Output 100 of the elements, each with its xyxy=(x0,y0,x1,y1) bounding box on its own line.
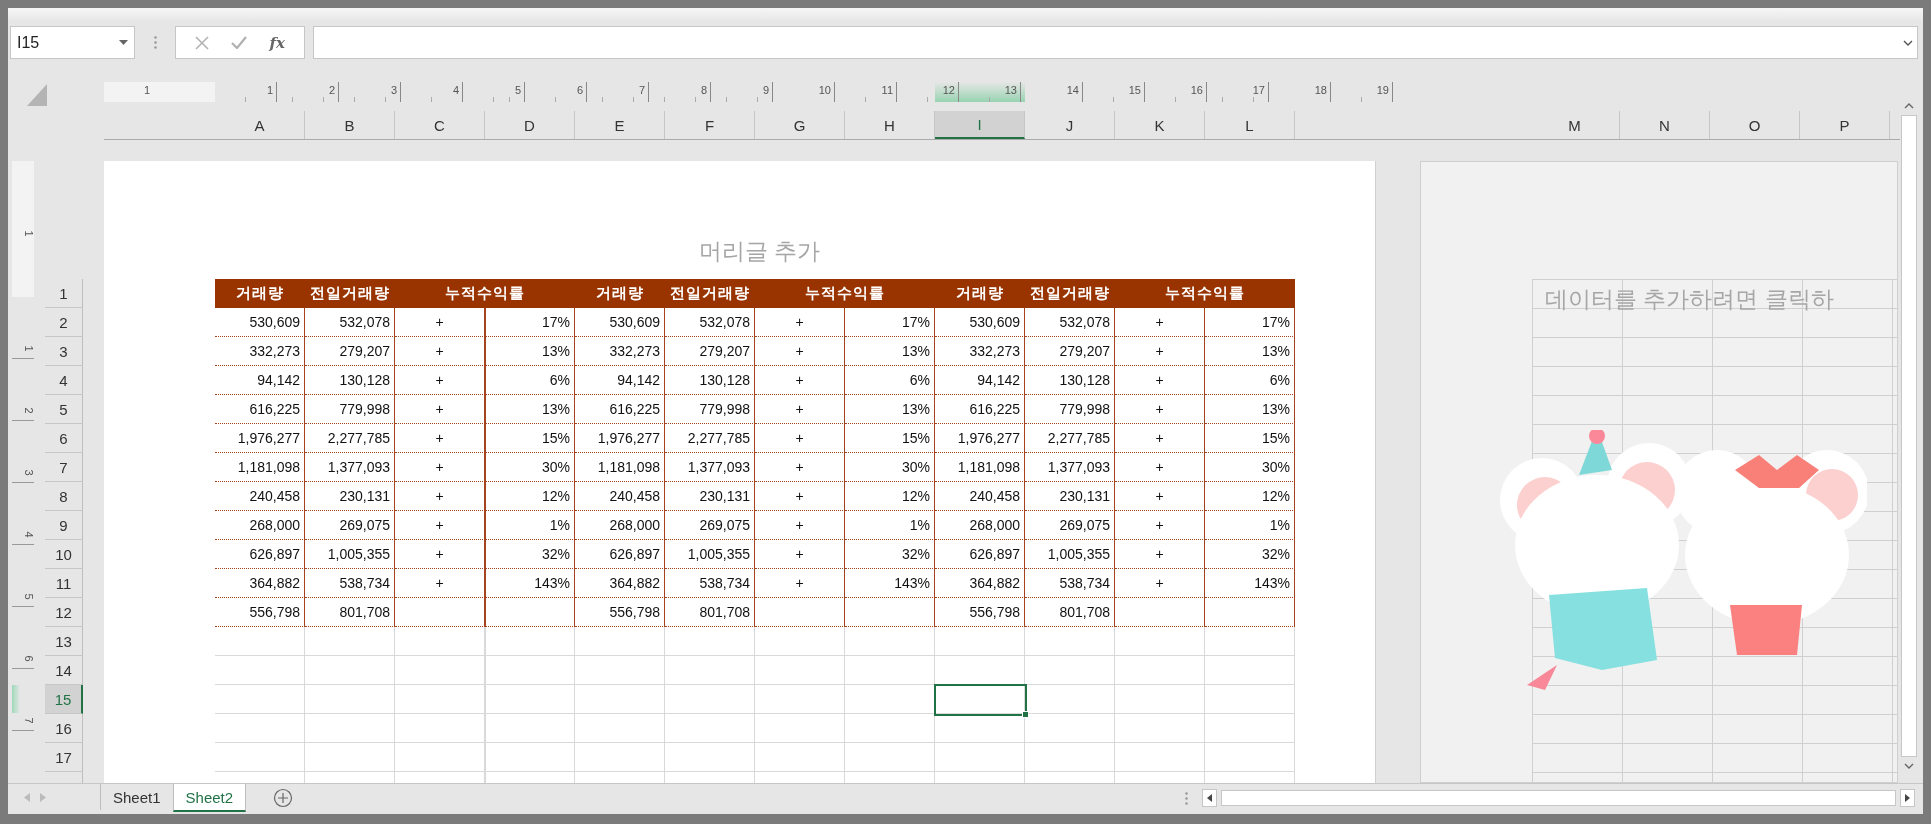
row-header[interactable]: 4 xyxy=(45,366,83,395)
table-header-cell: 거래량 xyxy=(575,279,665,308)
column-header[interactable]: D xyxy=(485,111,575,139)
table-cell: + xyxy=(395,366,485,395)
table-cell: 364,882 xyxy=(575,569,665,598)
scroll-right-button[interactable] xyxy=(1900,789,1915,807)
table-cell: 6% xyxy=(485,366,575,395)
column-header[interactable]: O xyxy=(1710,111,1800,139)
row-header[interactable]: 3 xyxy=(45,337,83,366)
drag-handle-icon[interactable] xyxy=(153,36,157,49)
column-header[interactable]: C xyxy=(395,111,485,139)
column-header[interactable]: G xyxy=(755,111,845,139)
table-cell: 1,976,277 xyxy=(215,424,305,453)
table-cell: + xyxy=(395,482,485,511)
table-cell: 1,377,093 xyxy=(305,453,395,482)
column-header[interactable]: E xyxy=(575,111,665,139)
caret-right-icon xyxy=(1905,794,1910,802)
row-header[interactable]: 10 xyxy=(45,540,83,569)
row-header[interactable]: 1 xyxy=(45,279,83,308)
row-header[interactable]: 15 xyxy=(45,685,83,714)
table-cell: 130,128 xyxy=(665,366,755,395)
table-cell: 332,273 xyxy=(935,337,1025,366)
table-cell: 332,273 xyxy=(575,337,665,366)
column-header[interactable]: K xyxy=(1115,111,1205,139)
table-cell: 17% xyxy=(485,308,575,337)
row-header[interactable]: 13 xyxy=(45,627,83,656)
table-cell: 626,897 xyxy=(575,540,665,569)
row-header[interactable]: 16 xyxy=(45,714,83,743)
row-header[interactable]: 17 xyxy=(45,743,83,772)
row-header[interactable]: 7 xyxy=(45,453,83,482)
table-cell: 1,005,355 xyxy=(305,540,395,569)
table-cell: 1,377,093 xyxy=(1025,453,1115,482)
row-header[interactable]: 11 xyxy=(45,569,83,598)
add-sheet-icon[interactable] xyxy=(273,788,294,808)
scrollbar-thumb[interactable] xyxy=(1901,115,1917,757)
table-cell: 779,998 xyxy=(1025,395,1115,424)
column-header[interactable]: M xyxy=(1530,111,1620,139)
table-cell: + xyxy=(1115,395,1205,424)
row-header[interactable]: 6 xyxy=(45,424,83,453)
column-header[interactable]: B xyxy=(305,111,395,139)
column-header[interactable]: L xyxy=(1205,111,1295,139)
table-cell: 32% xyxy=(845,540,935,569)
ruler-highlight xyxy=(12,685,20,713)
table-cell: 279,207 xyxy=(305,337,395,366)
cell-reference: I15 xyxy=(17,33,40,52)
row-header[interactable]: 9 xyxy=(45,511,83,540)
table-cell: 530,609 xyxy=(215,308,305,337)
table-cell: 230,131 xyxy=(305,482,395,511)
row-header[interactable]: 2 xyxy=(45,308,83,337)
table-cell: 269,075 xyxy=(305,511,395,540)
row-header[interactable]: 5 xyxy=(45,395,83,424)
cancel-icon[interactable] xyxy=(195,35,210,50)
name-box[interactable]: I15 xyxy=(10,26,135,59)
table-cell: 15% xyxy=(485,424,575,453)
insert-function-button[interactable]: fx xyxy=(269,33,285,52)
column-header[interactable]: N xyxy=(1620,111,1710,139)
scroll-right-icon[interactable] xyxy=(40,793,46,802)
column-header[interactable]: F xyxy=(665,111,755,139)
ruler-number: 7 xyxy=(22,717,34,724)
column-header[interactable]: I xyxy=(935,111,1025,139)
row-header[interactable]: 8 xyxy=(45,482,83,511)
table-cell: + xyxy=(755,511,845,540)
expand-icon[interactable] xyxy=(1903,39,1913,46)
ruler-number: 16 xyxy=(1190,84,1203,96)
table-cell: 94,142 xyxy=(575,366,665,395)
table-cell: 556,798 xyxy=(215,598,305,627)
row-header[interactable]: 14 xyxy=(45,656,83,685)
drag-handle-icon[interactable] xyxy=(1185,791,1188,805)
table-cell: + xyxy=(755,540,845,569)
column-header[interactable]: A xyxy=(215,111,305,139)
table-cell: 230,131 xyxy=(665,482,755,511)
ruler-number: 19 xyxy=(1376,84,1389,96)
table-cell: 268,000 xyxy=(575,511,665,540)
select-all-icon[interactable] xyxy=(27,84,47,106)
horizontal-scrollbar[interactable] xyxy=(1221,790,1896,806)
row-header[interactable]: 12 xyxy=(45,598,83,627)
scroll-left-icon[interactable] xyxy=(24,793,30,802)
table-cell: 1,377,093 xyxy=(665,453,755,482)
column-header[interactable]: P xyxy=(1800,111,1890,139)
table-cell: 12% xyxy=(845,482,935,511)
formula-input[interactable] xyxy=(313,26,1918,59)
dropdown-icon[interactable] xyxy=(119,40,128,45)
table-cell: 801,708 xyxy=(665,598,755,627)
table-cell: 2,277,785 xyxy=(665,424,755,453)
check-icon[interactable] xyxy=(231,36,248,49)
scroll-left-button[interactable] xyxy=(1202,789,1217,807)
table-cell: 17% xyxy=(1205,308,1295,337)
ruler-number: 17 xyxy=(1252,84,1265,96)
table-cell: 364,882 xyxy=(215,569,305,598)
sheet-tab[interactable]: Sheet2 xyxy=(172,784,247,812)
table-cell: 13% xyxy=(1205,337,1295,366)
table-cell: 240,458 xyxy=(935,482,1025,511)
table-cell: 143% xyxy=(1205,569,1295,598)
table-cell: 269,075 xyxy=(665,511,755,540)
column-header[interactable]: J xyxy=(1025,111,1115,139)
table-cell: 13% xyxy=(485,395,575,424)
table-cell: + xyxy=(1115,453,1205,482)
ruler-number: 1 xyxy=(22,345,34,352)
ruler-number: 1 xyxy=(144,84,152,96)
table-cell: 13% xyxy=(1205,395,1295,424)
